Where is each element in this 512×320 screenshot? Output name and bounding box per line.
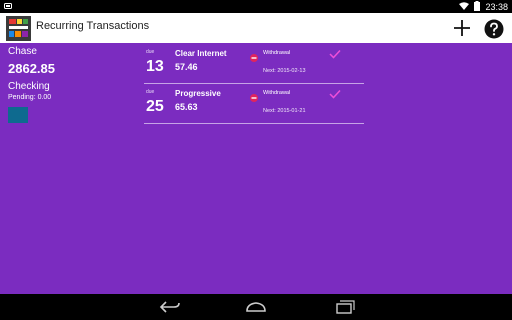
account-balance: 2862.85 bbox=[8, 61, 55, 76]
status-icons: 23:38 bbox=[459, 1, 508, 13]
transaction-type: Withdrawal bbox=[263, 50, 291, 56]
recent-apps-icon[interactable] bbox=[332, 299, 356, 315]
due-label: due bbox=[146, 49, 155, 55]
transaction-row[interactable]: due 13 Clear Internet 57.46 Withdrawal N… bbox=[144, 44, 364, 84]
page-title: Recurring Transactions bbox=[36, 20, 150, 32]
account-color-swatch bbox=[8, 107, 28, 123]
due-label: due bbox=[146, 89, 155, 95]
transaction-list: due 13 Clear Internet 57.46 Withdrawal N… bbox=[144, 44, 364, 124]
account-panel[interactable]: Chase 2862.85 Checking Pending: 0.00 bbox=[8, 46, 138, 123]
wifi-icon bbox=[459, 1, 470, 13]
action-bar: Recurring Transactions bbox=[0, 13, 512, 43]
transaction-name: Progressive bbox=[175, 89, 221, 98]
pending-amount: Pending: 0.00 bbox=[8, 94, 52, 101]
account-type: Checking bbox=[8, 81, 50, 92]
transaction-amount: 65.63 bbox=[175, 102, 198, 112]
check-icon[interactable] bbox=[329, 86, 341, 99]
due-day: 25 bbox=[146, 98, 164, 115]
next-date: Next: 2015-01-21 bbox=[263, 108, 306, 114]
minus-circle-icon bbox=[250, 89, 258, 102]
transaction-name: Clear Internet bbox=[175, 49, 227, 58]
help-icon[interactable] bbox=[483, 18, 505, 40]
check-icon[interactable] bbox=[329, 46, 341, 59]
notification-icon bbox=[4, 2, 12, 12]
transaction-row[interactable]: due 25 Progressive 65.63 Withdrawal Next… bbox=[144, 84, 364, 124]
bank-name: Chase bbox=[8, 46, 37, 57]
transaction-amount: 57.46 bbox=[175, 62, 198, 72]
clock: 23:38 bbox=[485, 1, 508, 12]
battery-icon bbox=[474, 1, 481, 13]
status-bar: 23:38 bbox=[0, 0, 512, 13]
back-icon[interactable] bbox=[158, 299, 182, 315]
navigation-bar bbox=[0, 294, 512, 320]
transaction-type: Withdrawal bbox=[263, 90, 291, 96]
due-day: 13 bbox=[146, 58, 164, 75]
home-icon[interactable] bbox=[244, 299, 268, 315]
minus-circle-icon bbox=[250, 49, 258, 62]
next-date: Next: 2015-02-13 bbox=[263, 68, 306, 74]
app-logo-icon[interactable] bbox=[6, 16, 31, 41]
add-button[interactable] bbox=[450, 16, 474, 40]
